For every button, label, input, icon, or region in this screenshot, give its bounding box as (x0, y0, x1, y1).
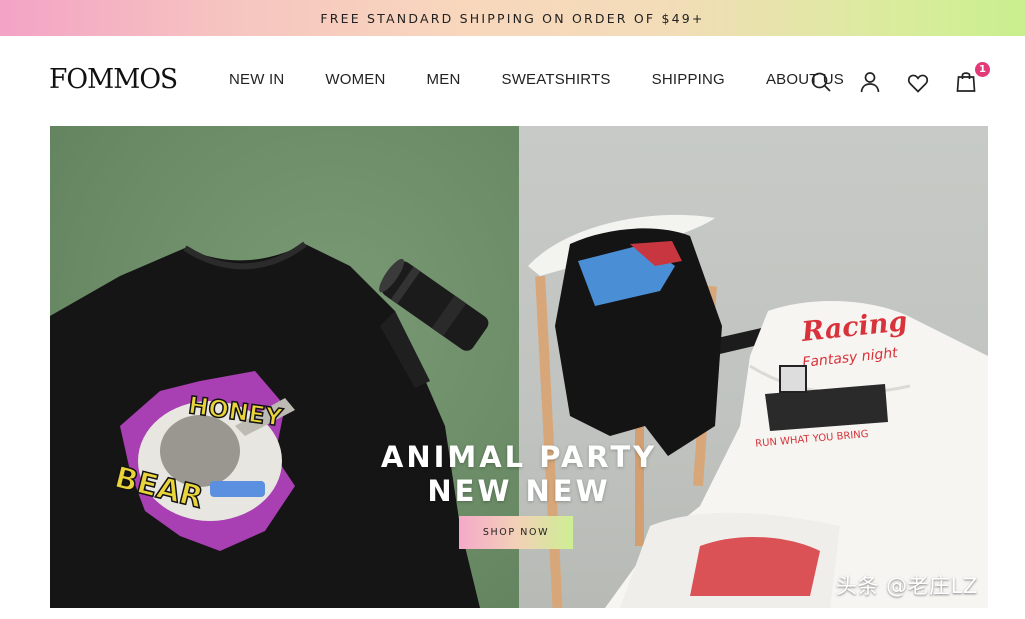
nav-new-in[interactable]: NEW IN (229, 71, 284, 88)
bag-icon[interactable] (954, 69, 978, 93)
nav-women[interactable]: WOMEN (325, 71, 385, 88)
black-tee-on-chair (555, 228, 722, 456)
cart-count-badge: 1 (975, 62, 990, 77)
hero-banner[interactable]: HONEY BEAR Racing Fantasy night RUN WHAT… (50, 126, 988, 608)
brand-logo[interactable]: FOMMOS (49, 64, 178, 95)
nav-sweatshirts[interactable]: SWEATSHIRTS (501, 71, 610, 88)
main-nav: NEW IN WOMEN MEN SWEATSHIRTS SHIPPING AB… (229, 71, 844, 88)
hero-title-line1: ANIMAL PARTY (380, 440, 658, 474)
nav-men[interactable]: MEN (427, 71, 461, 88)
search-icon[interactable] (809, 70, 833, 94)
user-icon[interactable] (858, 70, 882, 94)
announcement-text: FREE STANDARD SHIPPING ON ORDER OF $49+ (320, 10, 705, 26)
watermark: 头条 @老庄LZ (836, 574, 978, 598)
announcement-bar: FREE STANDARD SHIPPING ON ORDER OF $49+ (0, 0, 1025, 36)
shop-now-button[interactable]: SHOP NOW (459, 516, 573, 549)
heart-icon[interactable] (906, 71, 930, 95)
site-header: FOMMOS NEW IN WOMEN MEN SWEATSHIRTS SHIP… (0, 36, 1025, 126)
hero-title-line2: NEW NEW (427, 474, 611, 508)
nav-shipping[interactable]: SHIPPING (652, 71, 725, 88)
